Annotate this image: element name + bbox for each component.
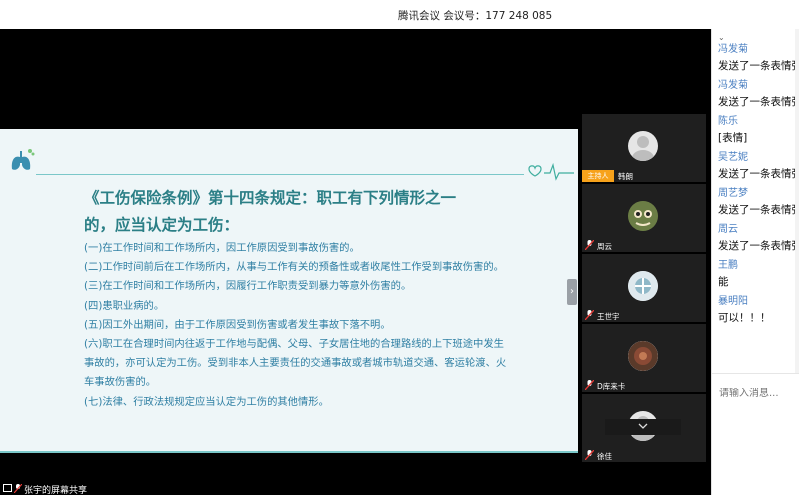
chat-message: 冯发菊发送了一条表情弹 [718, 43, 799, 79]
chat-text: [表情] [718, 132, 748, 144]
photo-avatar-icon [628, 271, 658, 301]
chat-text: 发送了一条表情弹 [718, 60, 799, 72]
host-badge: 主持人 [582, 170, 614, 182]
participant-name: 王世宇 [597, 312, 620, 321]
slide-top-rule [36, 174, 524, 175]
chevron-down-icon[interactable]: ⌄ [718, 33, 725, 42]
chat-scrollbar[interactable] [795, 29, 799, 373]
slide-item-7: (七)法律、行政法规规定应当认定为工伤的其他情形。 [84, 395, 329, 408]
lungs-icon [11, 149, 35, 170]
slide-item-5: (五)因工外出期间，由于工作原因受到伤害或者发生事故下落不明。 [84, 318, 391, 331]
participant-tile[interactable]: D库来卡 [582, 324, 706, 392]
slide-item-6: (六)职工在合理时间内往返于工作地与配偶、父母、子女居住地的合理路线的上下班途中… [84, 338, 507, 389]
chat-message: 王鹏能 [718, 259, 799, 295]
participant-name: 徐佳 [597, 452, 612, 461]
meeting-title: 腾讯会议 会议号：177 248 085 [398, 10, 553, 22]
chat-message: 暴明阳可以！！！ [718, 295, 799, 331]
mic-icon [14, 484, 22, 493]
chat-message: 吴艺妮发送了一条表情弹 [718, 151, 799, 187]
chat-message: 陈乐 [表情] [718, 115, 799, 151]
chat-message: 周云发送了一条表情弹 [718, 223, 799, 259]
chat-text: 发送了一条表情弹 [718, 168, 799, 180]
mic-icon [585, 380, 594, 390]
slide-item-3: (三)在工作时间和工作场所内，因履行工作职责受到暴力等意外伤害的。 [84, 280, 412, 293]
chat-sender[interactable]: 吴艺妮 [718, 151, 799, 165]
slide-heading: 《工伤保险条例》第十四条规定：职工有下列情形之一的，应当认定为工伤： [84, 189, 457, 234]
chat-divider [712, 373, 799, 374]
participant-name: 周云 [597, 242, 612, 251]
mic-icon [585, 240, 594, 250]
chat-text: 发送了一条表情弹 [718, 204, 799, 216]
chat-panel: ⌄ 冯发菊 发送了一条表情弹 冯发菊 发送了一条表情弹 陈乐 [表情] 吴艺妮 发送了一… [711, 29, 799, 495]
chat-message: 冯发菊发送了一条表情弹 [718, 79, 799, 115]
chat-sender[interactable]: 冯发菊 [718, 79, 799, 93]
chevron-down-icon [638, 423, 648, 429]
participant-name: 韩朗 [618, 172, 633, 181]
chat-input[interactable] [719, 388, 797, 399]
participant-tile[interactable]: 主持人 韩朗 [582, 114, 706, 182]
status-bar: 张宇的屏幕共享 [0, 481, 711, 495]
slide-item-1: (一)在工作时间和工作场所内，因工作原因受到事故伤害的。 [84, 242, 360, 254]
participant-panel: 主持人 韩朗 周云 王世宇 D库来卡 徐佳 [582, 114, 708, 464]
participant-name: D库来卡 [597, 382, 626, 391]
presentation-slide: 《工伤保险条例》第十四条规定：职工有下列情形之一的，应当认定为工伤： (一)在工… [0, 129, 578, 453]
screen-share-icon [3, 484, 12, 492]
slide-bottom-rule [0, 451, 578, 453]
chat-text: 可以！！！ [718, 312, 771, 324]
chat-sender[interactable]: 周艺梦 [718, 187, 799, 201]
collapse-panel-button[interactable]: › [567, 279, 577, 305]
default-avatar-icon [628, 131, 658, 161]
chat-sender[interactable]: 冯发菊 [718, 43, 799, 57]
chat-text: 发送了一条表情弹 [718, 240, 799, 252]
expand-participants-button[interactable] [605, 419, 681, 435]
mic-icon [585, 310, 594, 320]
chat-text: 能 [718, 276, 729, 288]
chat-sender[interactable]: 陈乐 [718, 115, 799, 129]
participant-tile[interactable]: 周云 [582, 184, 706, 252]
slide-body: (一)在工作时间和工作场所内，因工作原因受到事故伤害的。 (二)工作时间前后在工… [84, 239, 514, 412]
shared-screen: 《工伤保险条例》第十四条规定：职工有下列情形之一的，应当认定为工伤： (一)在工… [0, 29, 711, 481]
chat-sender[interactable]: 周云 [718, 223, 799, 237]
meeting-window: 腾讯会议 会议号：177 248 085 《工伤保险条例》第十四条规定：职工有下… [0, 0, 799, 495]
anime-avatar-icon [628, 201, 658, 231]
photo-avatar-icon [628, 341, 658, 371]
chat-sender[interactable]: 王鹏 [718, 259, 799, 273]
chat-text: 发送了一条表情弹 [718, 96, 799, 108]
slide-item-2: (二)工作时间前后在工作场所内，从事与工作有关的预备性或者收尾性工作受到事故伤害… [84, 261, 504, 274]
chat-sender[interactable]: 暴明阳 [718, 295, 799, 309]
slide-item-4: (四)患职业病的。 [84, 299, 165, 312]
chat-message-list: 冯发菊 发送了一条表情弹 冯发菊 发送了一条表情弹 陈乐 [表情] 吴艺妮 发送了一条表… [718, 43, 799, 331]
screen-share-label: 张宇的屏幕共享 [24, 486, 88, 495]
participant-tile[interactable]: 王世宇 [582, 254, 706, 322]
title-bar: 腾讯会议 会议号：177 248 085 [0, 0, 799, 29]
chat-message: 周艺梦发送了一条表情弹 [718, 187, 799, 223]
mic-icon [585, 450, 594, 460]
heartbeat-icon [528, 162, 574, 181]
